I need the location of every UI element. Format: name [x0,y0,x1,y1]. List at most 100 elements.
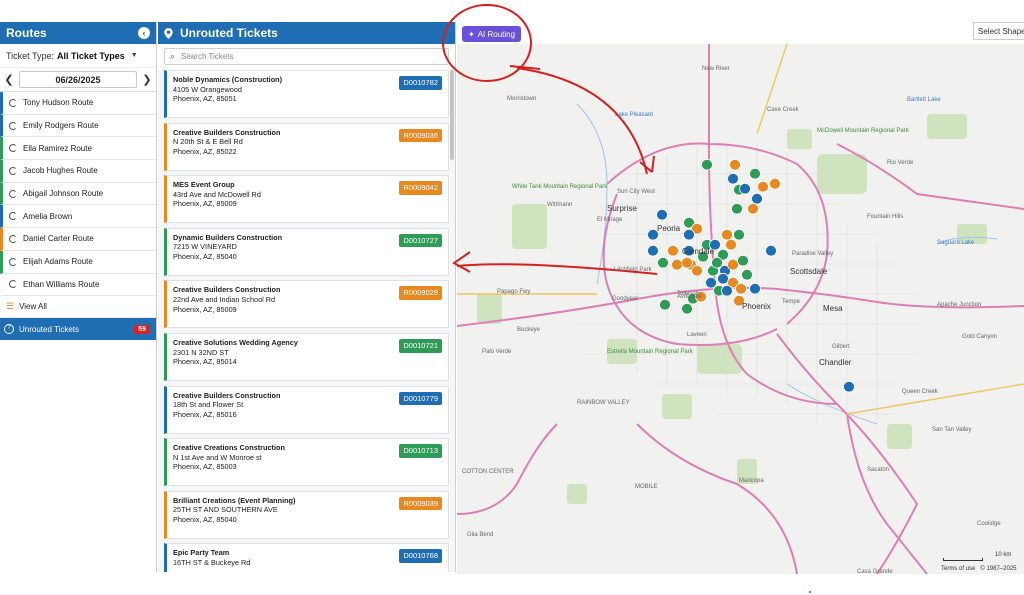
map-label: Saguaro Lake [937,240,975,246]
ticket-card[interactable]: Noble Dynamics (Construction) 4105 W Oran… [164,70,449,118]
map-view[interactable]: Phoenix Scottsdale Mesa Chandler Peoria Glend… [457,44,1024,574]
ticket-marker-icon[interactable] [731,202,743,215]
ticket-card[interactable]: Creative Builders Construction 18th St an… [164,385,449,434]
ticket-card[interactable]: Creative Creations Construction N 1st Ave… [164,438,449,487]
ticket-marker-icon[interactable] [701,158,713,171]
map-label: El Mirage [597,217,623,223]
ticket-marker-icon[interactable] [659,298,671,311]
ticket-marker-icon[interactable] [757,180,769,193]
select-shape-dropdown[interactable]: Select Shape [973,22,1024,40]
route-icon [9,98,17,107]
map-label: Maricopa [739,478,764,484]
map-label: Surprise [607,204,637,213]
map-label: Papago Fwy [497,289,531,295]
ticket-marker-icon[interactable] [737,254,749,267]
tickets-panel: Unrouted Tickets ⌕ Search Tickets Noble … [158,22,456,572]
map-label: Tempe [782,299,801,305]
route-item[interactable]: Ethan Williams Route [0,273,156,297]
ticket-marker-icon[interactable] [647,244,659,257]
ticket-marker-icon[interactable] [843,380,855,393]
map-scale-bar [943,558,983,561]
ticket-type-selector[interactable]: Ticket Type: All Ticket Types ▼ [0,44,156,68]
ticket-marker-icon[interactable] [729,158,741,171]
map-label: Casa Grande [857,569,893,574]
ticket-marker-icon[interactable] [681,302,693,315]
ticket-marker-icon[interactable] [749,167,761,180]
map-label: McDowell Mountain Regional Park [817,128,909,134]
ticket-marker-icon[interactable] [721,284,733,297]
route-label: Tony Hudson Route [23,98,94,108]
map-label: Queen Creek [902,389,938,395]
route-label: Amelia Brown [23,211,73,221]
route-item[interactable]: Emily Rodgers Route [0,114,156,138]
date-field[interactable]: 06/26/2025 [19,71,137,88]
route-label: Jacob Hughes Route [23,166,98,176]
ticket-marker-icon[interactable] [691,264,703,277]
ticket-marker-icon[interactable] [749,282,761,295]
route-item[interactable]: Ella Ramirez Route [0,137,156,161]
ticket-code-badge: R0009042 [399,181,442,195]
unrouted-tickets-item[interactable]: ? Unrouted Tickets 59 [0,318,156,341]
route-icon [9,212,17,221]
route-label: Elijah Adams Route [23,257,93,267]
ticket-marker-icon[interactable] [656,208,668,221]
map-label: Peoria [657,224,681,233]
ticket-marker-icon[interactable] [751,192,763,205]
route-item[interactable]: Daniel Carter Route [0,228,156,251]
ticket-card[interactable]: Creative Builders Construction 22nd Ave a… [164,280,449,329]
prev-date-icon[interactable]: ❮ [3,73,15,86]
view-all-button[interactable]: ☰ View All [0,296,156,319]
collapse-panel-icon[interactable]: ‹ [138,27,150,39]
map-label: Apache Junction [937,302,982,308]
ticket-code-badge: R0009039 [399,496,442,511]
ticket-marker-icon[interactable] [741,268,753,281]
ticket-type-value: All Ticket Types [57,50,125,61]
ticket-marker-icon[interactable] [683,228,695,241]
ticket-marker-icon[interactable] [657,256,669,269]
ticket-marker-icon[interactable] [735,282,747,295]
ai-routing-button[interactable]: ✦ AI Routing [462,26,522,42]
ticket-card[interactable]: MES Event Group 43rd Ave and McDowell Rd P… [164,175,449,224]
ticket-card[interactable]: Creative Solutions Wedding Agency 2301 N … [164,332,449,381]
ticket-marker-icon[interactable] [705,276,717,289]
map-label: Sun City West [617,189,655,195]
ticket-marker-icon[interactable] [671,258,683,271]
route-item[interactable]: Abigail Johnson Route [0,182,156,206]
ticket-card[interactable]: Brilliant Creations (Event Planning) 25TH… [164,490,449,539]
ticket-marker-icon[interactable] [717,272,729,285]
ticket-code-badge: D0010782 [399,76,442,90]
route-list: Tony Hudson Route Emily Rodgers Route Ella… [0,92,156,297]
ticket-marker-icon[interactable] [681,256,693,269]
ticket-city: Phoenix, AZ, 85003 [173,462,237,472]
ticket-marker-icon[interactable] [747,202,759,215]
sparkle-icon: ✦ [468,29,475,39]
ticket-marker-icon[interactable] [739,182,751,195]
map-label: Chandler [819,358,852,367]
next-date-icon[interactable]: ❯ [141,73,153,86]
ticket-card[interactable]: Epic Party Team 16TH ST & Buckeye Rd D0010… [164,543,449,572]
ticket-card[interactable]: Creative Builders Construction N 20th St … [164,122,449,171]
ticket-marker-icon[interactable] [727,258,739,271]
ticket-marker-icon[interactable] [733,228,745,241]
ticket-marker-icon[interactable] [711,256,723,269]
ticket-marker-icon[interactable] [727,172,739,185]
ticket-marker-icon[interactable] [721,228,733,241]
ticket-marker-icon[interactable] [769,177,781,190]
ticket-code-badge: D0010768 [399,549,442,563]
ticket-marker-icon[interactable] [725,238,737,251]
map-label: Palo Verde [482,349,512,355]
route-item[interactable]: Amelia Brown [0,205,156,229]
terms-link[interactable]: Terms of use [941,566,975,572]
route-item[interactable]: Tony Hudson Route [0,92,156,115]
map-label: Rio Verde [887,160,914,166]
route-item[interactable]: Elijah Adams Route [0,250,156,274]
ticket-card[interactable]: Dynamic Builders Construction 7215 W VINE… [164,227,449,276]
ticket-marker-icon[interactable] [765,244,777,257]
ticket-marker-icon[interactable] [667,244,679,257]
route-icon [9,234,17,243]
route-icon [9,257,17,266]
route-item[interactable]: Jacob Hughes Route [0,160,156,183]
search-input[interactable]: ⌕ Search Tickets [164,48,449,65]
search-placeholder: Search Tickets [181,52,234,61]
map-label: Sacaton [867,467,890,473]
